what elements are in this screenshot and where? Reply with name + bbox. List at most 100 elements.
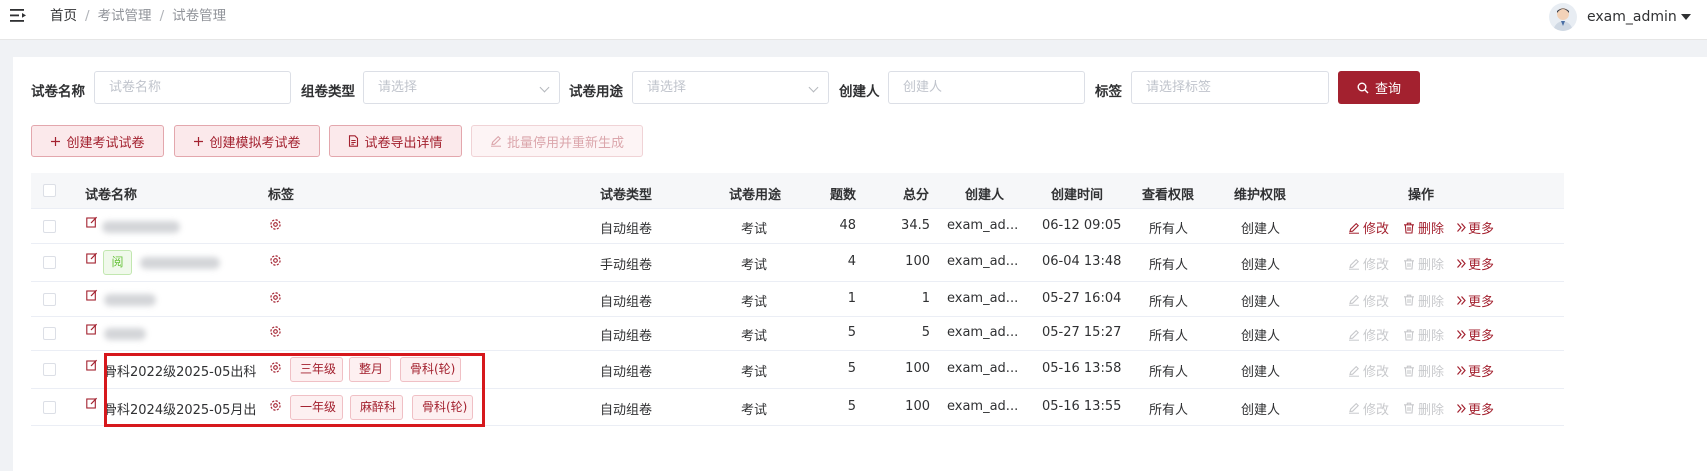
delete-label: 删除 (1418, 222, 1445, 237)
creator-input[interactable]: 创建人 (888, 71, 1085, 104)
select-all-checkbox[interactable] (43, 184, 56, 197)
delete-button[interactable]: 删除 (1403, 291, 1444, 310)
col-header-tags: 标签 (268, 188, 295, 203)
batch-disable-regenerate-button[interactable]: 批量停用并重新生成 (471, 125, 643, 157)
cell-count: 5 (847, 361, 856, 376)
delete-button[interactable]: 删除 (1403, 399, 1444, 418)
search-icon (1357, 82, 1369, 93)
edit-pen-icon (490, 135, 501, 147)
breadcrumb-home[interactable]: 首页 (50, 8, 77, 24)
edit-button[interactable]: 修改 (1348, 361, 1389, 380)
menu-toggle-icon[interactable] (10, 8, 27, 23)
more-button[interactable]: 更多 (1456, 218, 1494, 237)
cell-created: 06-12 09:05 (1042, 218, 1122, 233)
row-checkbox[interactable] (43, 256, 56, 269)
tag-settings-icon[interactable] (269, 254, 282, 267)
cell-count: 5 (847, 325, 856, 340)
edit-name-icon[interactable] (86, 359, 98, 371)
edit-name-icon[interactable] (86, 397, 98, 409)
row-checkbox[interactable] (43, 400, 56, 414)
more-button[interactable]: 更多 (1456, 325, 1494, 344)
more-label: 更多 (1468, 258, 1495, 273)
tag-select[interactable]: 请选择标签 (1131, 71, 1329, 104)
cell-edit-perm: 创建人 (1241, 222, 1281, 237)
cell-created: 06-04 13:48 (1042, 254, 1122, 269)
export-detail-button[interactable]: 试卷导出详情 (329, 125, 462, 157)
col-header-score: 总分 (903, 188, 930, 203)
edit-button[interactable]: 修改 (1348, 325, 1389, 344)
edit-button[interactable]: 修改 (1348, 399, 1389, 418)
edit-button[interactable]: 修改 (1348, 291, 1389, 310)
more-button[interactable]: 更多 (1456, 399, 1494, 418)
cell-creator: exam_ad... (947, 218, 1019, 233)
query-button[interactable]: 查询 (1338, 71, 1420, 104)
edit-name-icon[interactable] (86, 252, 98, 264)
col-header-name: 试卷名称 (85, 188, 138, 203)
type-select[interactable]: 请选择 (363, 71, 560, 104)
filter-label-name: 试卷名称 (31, 84, 85, 100)
tag-settings-icon[interactable] (269, 218, 282, 231)
breadcrumb-exam-management[interactable]: 考试管理 (98, 8, 152, 24)
edit-name-icon[interactable] (86, 216, 98, 228)
cell-type: 手动组卷 (600, 258, 653, 273)
user-menu[interactable]: exam_admin (1549, 2, 1691, 32)
row-checkbox[interactable] (43, 327, 56, 340)
cell-creator: exam_ad... (947, 361, 1019, 376)
row-checkbox[interactable] (43, 292, 56, 306)
delete-button[interactable]: 删除 (1403, 361, 1444, 380)
cell-score: 100 (905, 361, 930, 376)
edit-pen-icon (1349, 402, 1359, 414)
edit-name-icon[interactable] (86, 323, 98, 335)
edit-name-icon[interactable] (86, 289, 98, 301)
usage-select[interactable]: 请选择 (632, 71, 829, 104)
create-exam-paper-button[interactable]: 创建考试试卷 (31, 125, 164, 157)
breadcrumb-separator: / (159, 8, 165, 24)
row-checkbox[interactable] (43, 363, 56, 376)
col-header-usage: 试卷用途 (729, 188, 782, 203)
more-label: 更多 (1468, 402, 1495, 418)
cell-usage: 考试 (741, 329, 768, 344)
double-chevron-right-icon (1457, 366, 1466, 375)
double-chevron-right-icon (1457, 259, 1466, 268)
edit-label: 修改 (1363, 329, 1390, 344)
filter-label-tag: 标签 (1095, 84, 1122, 100)
delete-label: 删除 (1418, 329, 1445, 344)
delete-label: 删除 (1418, 402, 1445, 418)
chevron-down-icon (808, 82, 819, 93)
create-mock-paper-button[interactable]: 创建模拟考试卷 (174, 125, 320, 157)
chevron-down-icon (539, 82, 550, 93)
cell-creator: exam_ad... (947, 290, 1019, 306)
more-button[interactable]: 更多 (1456, 254, 1494, 273)
batch-disable-regenerate-label: 批量停用并重新生成 (506, 135, 624, 151)
edit-button[interactable]: 修改 (1348, 218, 1389, 237)
cell-type: 自动组卷 (600, 222, 653, 237)
paper-name-redacted (102, 221, 180, 233)
cell-view-perm: 所有人 (1149, 402, 1189, 418)
paper-name-redacted (104, 293, 156, 306)
cell-created: 05-27 15:27 (1042, 325, 1122, 340)
delete-button[interactable]: 删除 (1403, 254, 1444, 273)
trash-icon (1404, 365, 1414, 377)
col-header-view-perm: 查看权限 (1142, 188, 1195, 203)
delete-button[interactable]: 删除 (1403, 218, 1444, 237)
delete-label: 删除 (1418, 258, 1445, 273)
edit-pen-icon (1349, 365, 1359, 377)
highlight-box (104, 353, 485, 427)
paper-name-input[interactable]: 试卷名称 (94, 71, 291, 104)
more-label: 更多 (1468, 222, 1495, 237)
edit-button[interactable]: 修改 (1348, 254, 1389, 273)
cell-creator: exam_ad... (947, 325, 1019, 340)
row-checkbox[interactable] (43, 220, 56, 233)
cell-score: 34.5 (901, 218, 930, 233)
row-divider (31, 281, 1564, 282)
more-button[interactable]: 更多 (1456, 361, 1494, 380)
cell-count: 1 (847, 290, 856, 306)
filter-label-usage: 试卷用途 (569, 84, 623, 100)
cell-count: 48 (839, 218, 856, 233)
trash-icon (1404, 402, 1414, 414)
tag-settings-icon[interactable] (269, 291, 282, 304)
more-button[interactable]: 更多 (1456, 291, 1494, 310)
edit-pen-icon (1349, 258, 1359, 270)
tag-settings-icon[interactable] (269, 325, 282, 338)
delete-button[interactable]: 删除 (1403, 325, 1444, 344)
